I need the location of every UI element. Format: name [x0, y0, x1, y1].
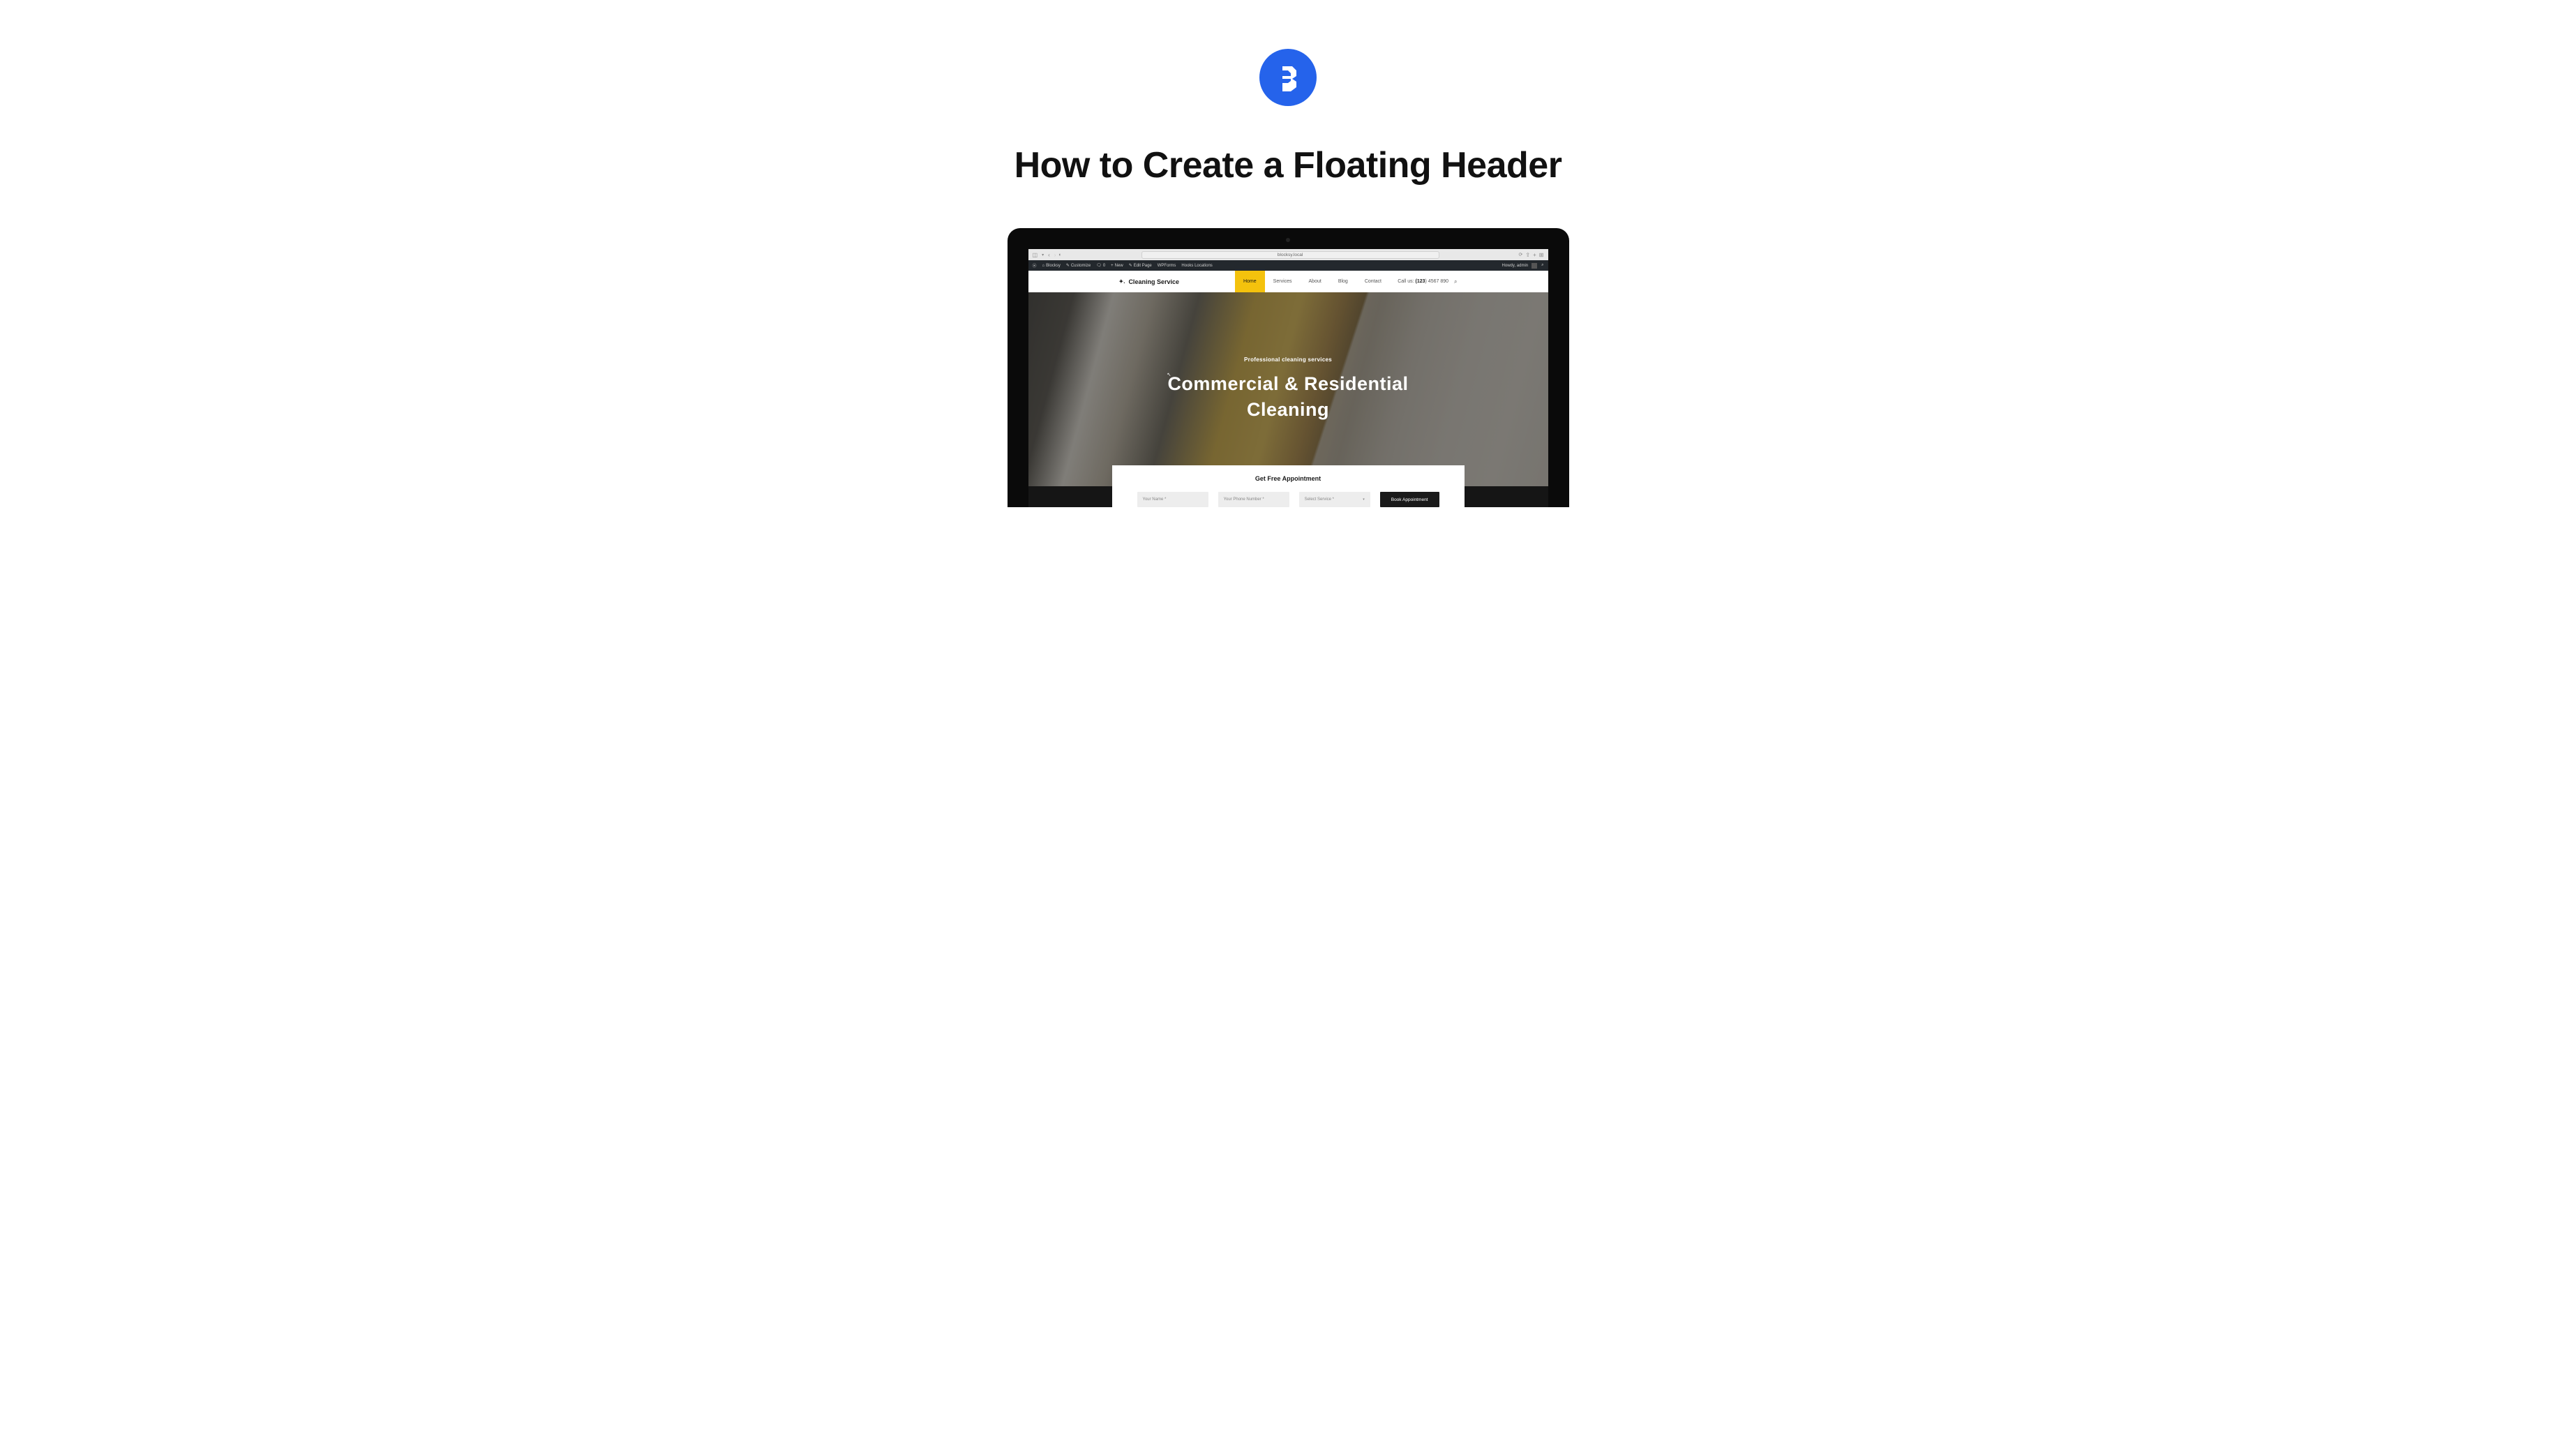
wp-edit-page-label: Edit Page: [1134, 264, 1152, 268]
back-icon[interactable]: ‹: [1048, 252, 1050, 258]
nav-contact[interactable]: Contact: [1356, 271, 1390, 292]
dropdown-icon[interactable]: ▾: [1042, 253, 1044, 257]
site-logo[interactable]: ✦. Cleaning Service: [1119, 278, 1179, 285]
tabs-icon[interactable]: ⊞: [1539, 252, 1544, 258]
forward-icon[interactable]: ›: [1054, 252, 1056, 258]
book-appointment-button[interactable]: Book Appointment: [1380, 492, 1439, 507]
hero-title-line1: Commercial & Residential: [1167, 371, 1408, 396]
call-rest: ) 4567 890: [1425, 279, 1448, 284]
nav-about[interactable]: About: [1301, 271, 1330, 292]
appointment-card: Get Free Appointment Your Name * Your Ph…: [1112, 465, 1465, 507]
url-bar[interactable]: blocksy.local: [1141, 251, 1439, 259]
main-nav: Home Services About Blog Contact: [1235, 271, 1390, 292]
site-name: Cleaning Service: [1128, 278, 1179, 285]
wp-new-link[interactable]: + New: [1111, 264, 1123, 268]
hero-title: Commercial & Residential Cleaning: [1167, 371, 1408, 422]
nav-services[interactable]: Services: [1265, 271, 1301, 292]
wp-admin-bar: ⓦ ⌂ Blocksy ✎ Customize 🗨 0 +: [1028, 260, 1548, 271]
wp-admin-right: Howdy, admin ⌕: [1502, 263, 1544, 269]
appointment-title: Get Free Appointment: [1137, 475, 1439, 482]
wp-howdy-label: Howdy, admin: [1502, 264, 1529, 268]
blocksy-logo: [1259, 49, 1317, 106]
wp-wpforms-link[interactable]: WPForms: [1158, 264, 1176, 268]
browser-right-controls: ⇪ + ⊞: [1525, 252, 1543, 258]
url-text: blocksy.local: [1278, 253, 1303, 257]
name-input[interactable]: Your Name *: [1137, 492, 1208, 507]
wp-customize-label: Customize: [1071, 264, 1091, 268]
nav-blog[interactable]: Blog: [1330, 271, 1356, 292]
phone-input[interactable]: Your Phone Number *: [1218, 492, 1289, 507]
reload-icon[interactable]: ⟳: [1519, 252, 1523, 257]
appointment-form: Your Name * Your Phone Number * Select S…: [1137, 492, 1439, 507]
page-title: How to Create a Floating Header: [1014, 144, 1562, 186]
home-icon: ⌂: [1042, 264, 1045, 268]
header-right: Call us: (123) 4567 890 ⌕: [1398, 278, 1457, 285]
plus-icon: +: [1111, 264, 1114, 268]
wp-comments-count: 0: [1103, 264, 1105, 268]
sidebar-toggle-icon[interactable]: ◫: [1033, 252, 1038, 258]
browser-toolbar: ◫ ▾ ‹ › ◐ blocksy.local ⟳ ⇪ + ⊞: [1028, 249, 1548, 260]
call-bold: (123: [1416, 279, 1425, 284]
new-tab-icon[interactable]: +: [1533, 252, 1536, 258]
monitor-camera: [1286, 238, 1290, 242]
comment-icon: 🗨: [1096, 263, 1102, 268]
shield-icon[interactable]: ◐: [1058, 253, 1061, 257]
screen: ◫ ▾ ‹ › ◐ blocksy.local ⟳ ⇪ + ⊞: [1028, 249, 1548, 507]
browser-nav-controls: ◫ ▾ ‹ ›: [1033, 252, 1056, 258]
site-header: ✦. Cleaning Service Home Services About …: [1028, 271, 1548, 292]
wp-site-link[interactable]: ⌂ Blocksy: [1042, 264, 1061, 268]
wp-site-name: Blocksy: [1046, 264, 1061, 268]
service-select[interactable]: Select Service * ▾: [1299, 492, 1370, 507]
wp-search-icon[interactable]: ⌕: [1541, 263, 1543, 268]
brush-icon: ✎: [1066, 263, 1070, 268]
blocksy-logo-icon: [1274, 63, 1302, 91]
share-icon[interactable]: ⇪: [1525, 252, 1530, 258]
wp-admin-left: ⓦ ⌂ Blocksy ✎ Customize 🗨 0 +: [1033, 262, 1213, 269]
wp-comments-link[interactable]: 🗨 0: [1096, 263, 1105, 268]
service-placeholder: Select Service *: [1305, 497, 1334, 502]
hero-content: Professional cleaning services Commercia…: [1167, 356, 1408, 422]
hero-section: ↖ Professional cleaning services Commerc…: [1028, 292, 1548, 507]
wp-new-label: New: [1115, 264, 1123, 268]
edit-icon: ✎: [1129, 263, 1132, 268]
call-prefix: Call us:: [1398, 279, 1415, 284]
hero: ↖ Professional cleaning services Commerc…: [1028, 292, 1548, 486]
avatar-icon: [1532, 263, 1537, 269]
wp-customize-link[interactable]: ✎ Customize: [1066, 263, 1091, 268]
page-container: How to Create a Floating Header ◫ ▾ ‹ › …: [0, 0, 2576, 1449]
appointment-wrap: Get Free Appointment Your Name * Your Ph…: [1028, 465, 1548, 507]
phone-placeholder: Your Phone Number *: [1224, 497, 1264, 502]
hero-subtitle: Professional cleaning services: [1167, 356, 1408, 363]
wp-edit-page-link[interactable]: ✎ Edit Page: [1129, 263, 1152, 268]
wp-logo-icon[interactable]: ⓦ: [1033, 262, 1037, 269]
search-icon[interactable]: ⌕: [1454, 278, 1457, 285]
call-us-text: Call us: (123) 4567 890: [1398, 279, 1448, 284]
cursor-icon: ↖: [1167, 372, 1171, 377]
wp-hooks-link[interactable]: Hooks Locations: [1181, 264, 1212, 268]
name-placeholder: Your Name *: [1143, 497, 1167, 502]
hero-title-line2: Cleaning: [1167, 397, 1408, 422]
wp-howdy-link[interactable]: Howdy, admin: [1502, 263, 1538, 269]
nav-home[interactable]: Home: [1235, 271, 1265, 292]
chevron-down-icon: ▾: [1363, 497, 1365, 502]
monitor-frame: ◫ ▾ ‹ › ◐ blocksy.local ⟳ ⇪ + ⊞: [1008, 228, 1569, 507]
sparkle-icon: ✦.: [1119, 278, 1125, 285]
